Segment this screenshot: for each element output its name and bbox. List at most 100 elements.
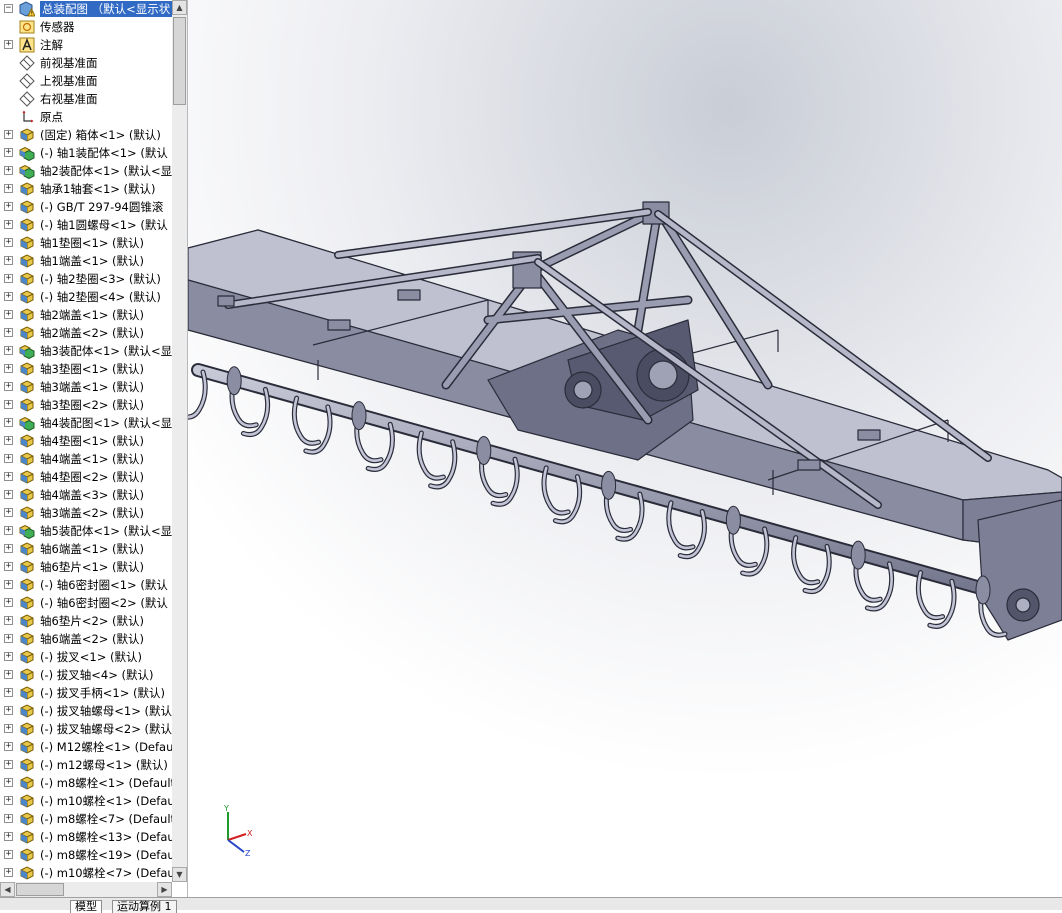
expand-icon[interactable]: + bbox=[4, 454, 13, 463]
expand-icon[interactable]: + bbox=[4, 652, 13, 661]
expand-icon[interactable]: + bbox=[4, 364, 13, 373]
tree-item[interactable]: + 轴4垫圈<1> (默认) bbox=[0, 432, 172, 450]
expand-icon[interactable]: + bbox=[4, 598, 13, 607]
tree-item[interactable]: + 轴4垫圈<2> (默认) bbox=[0, 468, 172, 486]
tree-item[interactable]: + (-) 拔叉<1> (默认) bbox=[0, 648, 172, 666]
expand-icon[interactable]: + bbox=[4, 760, 13, 769]
graphics-viewport[interactable]: Y X Z bbox=[188, 0, 1062, 897]
tree-item[interactable]: + 轴承1轴套<1> (默认) bbox=[0, 180, 172, 198]
tree-item[interactable]: + (固定) 箱体<1> (默认) bbox=[0, 126, 172, 144]
tree-item[interactable]: 前视基准面 bbox=[0, 54, 172, 72]
tree-item[interactable]: + 轴4装配图<1> (默认<显示 bbox=[0, 414, 172, 432]
expand-icon[interactable]: + bbox=[4, 310, 13, 319]
tree-item[interactable]: + 注解 bbox=[0, 36, 172, 54]
expand-icon[interactable]: + bbox=[4, 616, 13, 625]
tab-motion-study[interactable]: 运动算例 1 bbox=[112, 900, 177, 913]
tree-item[interactable]: + 轴1垫圈<1> (默认) bbox=[0, 234, 172, 252]
tree-item[interactable]: + 轴2装配体<1> (默认<显 bbox=[0, 162, 172, 180]
tree-item[interactable]: + 轴3端盖<1> (默认) bbox=[0, 378, 172, 396]
tab-model[interactable]: 模型 bbox=[70, 900, 102, 913]
expand-icon[interactable]: + bbox=[4, 814, 13, 823]
expand-icon[interactable]: + bbox=[4, 778, 13, 787]
expand-icon[interactable]: + bbox=[4, 706, 13, 715]
scroll-down-icon[interactable]: ▼ bbox=[172, 867, 187, 882]
expand-icon[interactable]: + bbox=[4, 130, 13, 139]
tree-item[interactable]: + (-) 拔叉轴螺母<2> (默认 bbox=[0, 720, 172, 738]
expand-icon[interactable]: + bbox=[4, 274, 13, 283]
tree-item[interactable]: 原点 bbox=[0, 108, 172, 126]
tree-item[interactable]: + 轴4端盖<3> (默认) bbox=[0, 486, 172, 504]
expand-icon[interactable]: + bbox=[4, 562, 13, 571]
expand-icon[interactable]: + bbox=[4, 184, 13, 193]
tree-item[interactable]: + (-) 轴1装配体<1> (默认 bbox=[0, 144, 172, 162]
viewport-canvas[interactable]: Y X Z bbox=[188, 0, 1062, 897]
expand-icon[interactable]: + bbox=[4, 490, 13, 499]
tree-item[interactable]: 传感器 bbox=[0, 18, 172, 36]
expand-icon[interactable]: + bbox=[4, 868, 13, 877]
expand-icon[interactable]: + bbox=[4, 238, 13, 247]
scroll-up-icon[interactable]: ▲ bbox=[172, 0, 187, 15]
expand-icon[interactable]: + bbox=[4, 670, 13, 679]
expand-icon[interactable]: + bbox=[4, 328, 13, 337]
tree-item[interactable]: + 轴6端盖<1> (默认) bbox=[0, 540, 172, 558]
expand-icon[interactable]: + bbox=[4, 346, 13, 355]
tree-item[interactable]: + (-) m8螺栓<13> (Defaul bbox=[0, 828, 172, 846]
tree-item[interactable]: + 轴3垫圈<2> (默认) bbox=[0, 396, 172, 414]
horizontal-scroll-thumb[interactable] bbox=[16, 883, 64, 896]
expand-icon[interactable]: + bbox=[4, 580, 13, 589]
expand-icon[interactable]: + bbox=[4, 526, 13, 535]
expand-icon[interactable]: + bbox=[4, 688, 13, 697]
tree-vertical-scrollbar[interactable]: ▲ ▼ bbox=[172, 0, 187, 882]
tree-item[interactable]: + (-) m12螺母<1> (默认) bbox=[0, 756, 172, 774]
expand-icon[interactable]: + bbox=[4, 400, 13, 409]
tree-item[interactable]: + 轴2端盖<2> (默认) bbox=[0, 324, 172, 342]
tree-item[interactable]: + (-) m8螺栓<1> (Default bbox=[0, 774, 172, 792]
tree-horizontal-scrollbar[interactable]: ◀ ▶ bbox=[0, 882, 172, 897]
expand-icon[interactable]: + bbox=[4, 256, 13, 265]
expand-icon[interactable]: + bbox=[4, 148, 13, 157]
expand-icon[interactable]: + bbox=[4, 40, 13, 49]
expand-icon[interactable]: + bbox=[4, 418, 13, 427]
tree-item[interactable]: + 轴6端盖<2> (默认) bbox=[0, 630, 172, 648]
expand-icon[interactable]: + bbox=[4, 832, 13, 841]
collapse-icon[interactable]: − bbox=[4, 4, 13, 13]
tree-item[interactable]: + 轴4端盖<1> (默认) bbox=[0, 450, 172, 468]
tree-item[interactable]: −! 总装配图 （默认<显示状 bbox=[0, 0, 172, 18]
expand-icon[interactable]: + bbox=[4, 850, 13, 859]
scroll-right-icon[interactable]: ▶ bbox=[157, 882, 172, 897]
tree-item[interactable]: + (-) 轴2垫圈<3> (默认) bbox=[0, 270, 172, 288]
expand-icon[interactable]: + bbox=[4, 436, 13, 445]
tree-item[interactable]: + (-) 轴6密封圈<2> (默认 bbox=[0, 594, 172, 612]
tree-item[interactable]: + (-) m10螺栓<7> (Defaul bbox=[0, 864, 172, 882]
tree-item[interactable]: 右视基准面 bbox=[0, 90, 172, 108]
tree-item[interactable]: + 轴3垫圈<1> (默认) bbox=[0, 360, 172, 378]
expand-icon[interactable]: + bbox=[4, 220, 13, 229]
tree-item[interactable]: 上视基准面 bbox=[0, 72, 172, 90]
vertical-scroll-thumb[interactable] bbox=[173, 17, 186, 105]
tree-item[interactable]: + 轴3装配体<1> (默认<显示 bbox=[0, 342, 172, 360]
tree-item[interactable]: + 轴6垫片<1> (默认) bbox=[0, 558, 172, 576]
tree-item[interactable]: + (-) GB/T 297-94圆锥滚 bbox=[0, 198, 172, 216]
expand-icon[interactable]: + bbox=[4, 292, 13, 301]
tree-item[interactable]: + (-) 轴1圆螺母<1> (默认 bbox=[0, 216, 172, 234]
expand-icon[interactable]: + bbox=[4, 382, 13, 391]
scroll-left-icon[interactable]: ◀ bbox=[0, 882, 15, 897]
tree-item[interactable]: + (-) 拔叉轴<4> (默认) bbox=[0, 666, 172, 684]
tree-item[interactable]: + (-) M12螺栓<1> (Defaul bbox=[0, 738, 172, 756]
tree-item[interactable]: + 轴2端盖<1> (默认) bbox=[0, 306, 172, 324]
tree-item[interactable]: + 轴1端盖<1> (默认) bbox=[0, 252, 172, 270]
tree-item[interactable]: + (-) 拔叉轴螺母<1> (默认 bbox=[0, 702, 172, 720]
expand-icon[interactable]: + bbox=[4, 508, 13, 517]
expand-icon[interactable]: + bbox=[4, 166, 13, 175]
tree-item[interactable]: + (-) 轴6密封圈<1> (默认 bbox=[0, 576, 172, 594]
tree-item[interactable]: + (-) 轴2垫圈<4> (默认) bbox=[0, 288, 172, 306]
tree-item[interactable]: + 轴6垫片<2> (默认) bbox=[0, 612, 172, 630]
tree-item[interactable]: + (-) m8螺栓<19> (Defaul bbox=[0, 846, 172, 864]
expand-icon[interactable]: + bbox=[4, 472, 13, 481]
tree-item[interactable]: + (-) m8螺栓<7> (Default bbox=[0, 810, 172, 828]
tree-item[interactable]: + 轴5装配体<1> (默认<显示 bbox=[0, 522, 172, 540]
expand-icon[interactable]: + bbox=[4, 724, 13, 733]
tree-item[interactable]: + (-) m10螺栓<1> (Defaul bbox=[0, 792, 172, 810]
expand-icon[interactable]: + bbox=[4, 742, 13, 751]
expand-icon[interactable]: + bbox=[4, 202, 13, 211]
